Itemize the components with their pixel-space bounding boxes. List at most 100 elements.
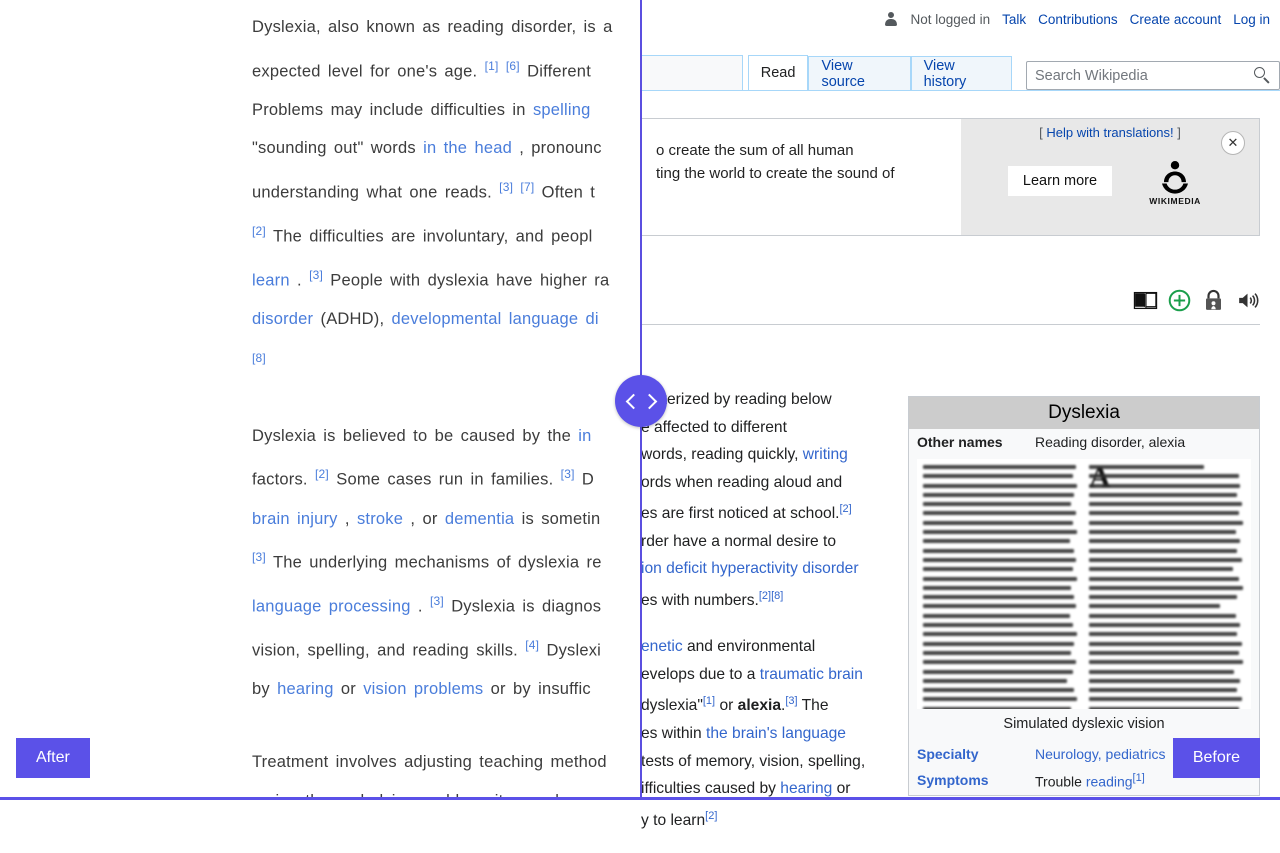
infobox-value: Reading disorder, alexia — [1035, 434, 1186, 450]
reference-link[interactable]: [2] — [252, 224, 266, 238]
article-link[interactable]: in — [578, 427, 591, 445]
tab-read[interactable]: Read — [747, 55, 809, 91]
search-input[interactable]: Search Wikipedia — [1025, 61, 1280, 90]
reference-link[interactable]: [2] — [840, 503, 852, 515]
paragraph: Treatment involves adjusting teaching me… — [252, 743, 641, 800]
search-icon[interactable] — [1254, 67, 1271, 84]
create-account-link[interactable]: Create account — [1130, 12, 1222, 27]
blurred-line — [923, 697, 1078, 702]
featured-article-icon[interactable] — [1133, 288, 1158, 313]
article-text: Dyslexia is believed to be caused by the — [252, 426, 579, 445]
learn-more-button[interactable]: Learn more — [1007, 166, 1113, 196]
article-text: ords when reading aloud and — [641, 473, 843, 491]
article-text: vision, spelling, and reading skills. — [252, 641, 526, 660]
infobox-key-symptoms[interactable]: Symptoms — [917, 772, 1035, 790]
article-link[interactable]: writing — [803, 446, 848, 463]
reference-link[interactable]: [1] — [703, 695, 715, 707]
article-text: The — [797, 697, 829, 715]
add-icon[interactable] — [1167, 288, 1192, 313]
tab-view-history[interactable]: View history — [910, 56, 1012, 91]
blurred-line — [1089, 465, 1205, 469]
search-placeholder: Search Wikipedia — [1034, 67, 1148, 84]
help-with-translations-link[interactable]: [ Help with translations! ] — [961, 125, 1259, 140]
banner-close-button[interactable]: ✕ — [1221, 131, 1245, 155]
article-link[interactable]: hearing — [780, 780, 832, 797]
reference-link[interactable]: [3] — [561, 467, 575, 481]
page-protected-icon[interactable] — [1201, 288, 1226, 313]
comparison-slider-handle[interactable] — [615, 375, 667, 427]
after-paragraphs: Dyslexia, also known as reading disorder… — [252, 8, 641, 800]
blurred-line — [923, 483, 1078, 488]
blurred-line — [923, 465, 1076, 469]
contributions-link[interactable]: Contributions — [1038, 12, 1118, 27]
article-link[interactable]: traumatic brain — [760, 666, 863, 683]
reference-link[interactable]: [1] — [485, 59, 499, 73]
article-separator — [641, 324, 1260, 325]
reference-link[interactable]: [6] — [506, 59, 520, 73]
blurred-line — [1089, 502, 1242, 507]
article-link[interactable]: developmental language di — [392, 310, 599, 328]
article-link[interactable]: dementia — [445, 510, 514, 528]
specialty-links[interactable]: Neurology, pediatrics — [1035, 746, 1165, 762]
tab-view-source[interactable]: View source — [808, 56, 911, 91]
wikimedia-banner: o create the sum of all human ting the w… — [641, 118, 1260, 236]
blurred-line — [923, 474, 1073, 479]
article-link[interactable]: hearing — [277, 680, 333, 698]
article-text: and environmental — [682, 638, 816, 656]
symptoms-ref[interactable]: [1] — [1133, 772, 1145, 784]
reference-link[interactable]: [3] — [430, 594, 444, 608]
reference-link[interactable]: [2][8] — [759, 590, 783, 602]
reference-link[interactable]: [4] — [525, 638, 539, 652]
after-button[interactable]: After — [16, 738, 90, 778]
blurred-line — [923, 530, 1078, 535]
article-link[interactable]: disorder — [252, 310, 313, 328]
talk-link[interactable]: Talk — [1002, 12, 1026, 27]
reference-link[interactable]: [2] — [705, 810, 717, 822]
article-link[interactable]: ion deficit hyperactivity disorder — [641, 560, 859, 577]
blurred-line — [1089, 474, 1239, 479]
blurred-line — [1089, 511, 1239, 516]
article-text: dyslexia" — [641, 697, 703, 715]
article-text: es within — [641, 725, 707, 743]
article-link[interactable]: stroke — [357, 510, 403, 528]
article-link[interactable]: in the head — [423, 139, 512, 157]
article-link[interactable]: language processing — [252, 598, 411, 616]
reference-link[interactable]: [7] — [520, 180, 534, 194]
blurred-line — [923, 585, 1072, 590]
blurred-line — [1089, 548, 1238, 553]
article-text: es with numbers. — [641, 591, 759, 609]
blurred-line — [923, 520, 1073, 525]
blurred-line — [923, 660, 1076, 665]
reference-link[interactable]: [3] — [785, 695, 797, 707]
infobox-key-specialty[interactable]: Specialty — [917, 746, 1035, 762]
reference-link[interactable]: [3] — [499, 180, 513, 194]
blurred-line — [923, 576, 1078, 581]
blurred-line — [1089, 483, 1241, 488]
article-link[interactable]: vision problems — [363, 680, 483, 698]
tab-underline — [641, 90, 1280, 91]
reference-link[interactable]: [8] — [252, 351, 266, 365]
after-pane: Dyslexia, also known as reading disorder… — [0, 0, 641, 800]
reference-link[interactable]: [2] — [315, 467, 329, 481]
symptoms-link[interactable]: reading — [1086, 774, 1133, 790]
blurred-line — [1089, 530, 1236, 535]
listen-icon[interactable] — [1235, 288, 1260, 313]
article-link[interactable]: spelling — [533, 101, 591, 119]
reference-link[interactable]: [3] — [252, 550, 266, 564]
blurred-line — [923, 604, 1076, 609]
article-text: Often t — [534, 183, 596, 202]
article-text: factors. — [252, 470, 315, 489]
blurred-line — [1089, 669, 1235, 674]
article-link[interactable]: brain injury — [252, 510, 338, 528]
login-link[interactable]: Log in — [1233, 12, 1270, 27]
blurred-line — [923, 502, 1072, 507]
infobox: Dyslexia Other names Reading disorder, a… — [908, 396, 1260, 796]
before-button[interactable]: Before — [1172, 738, 1260, 778]
article-link[interactable]: the brain's language — [706, 725, 846, 742]
reference-link[interactable]: [3] — [309, 268, 323, 282]
blurred-line — [1089, 567, 1233, 572]
article-link[interactable]: enetic — [641, 638, 683, 655]
article-text: People with dyslexia have higher ra — [323, 271, 610, 290]
article-text: The difficulties are involuntary, and pe… — [265, 227, 593, 246]
article-link[interactable]: learn — [252, 272, 290, 290]
